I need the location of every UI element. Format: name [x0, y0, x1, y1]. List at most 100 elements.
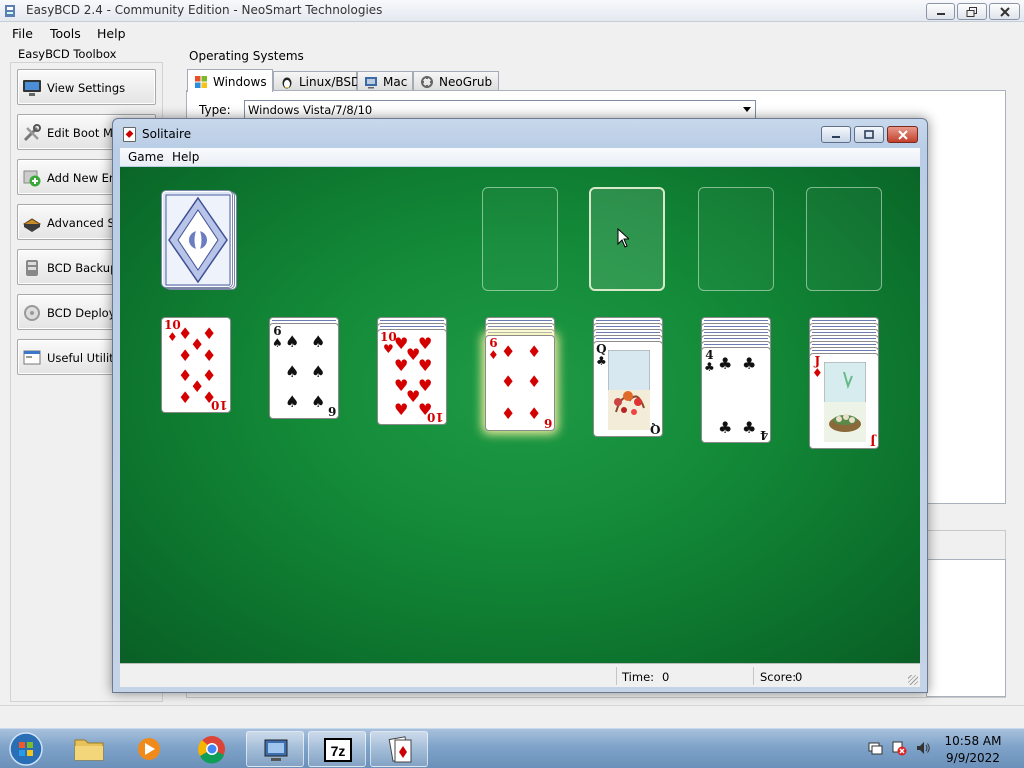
clock-time[interactable]: 10:58 AM — [943, 734, 1003, 748]
close-button[interactable] — [989, 3, 1020, 20]
pip: ♠ — [311, 362, 326, 381]
mouse-cursor-icon — [617, 228, 629, 248]
taskbar-solitaire[interactable] — [370, 731, 428, 767]
windows-flag-icon — [195, 76, 207, 88]
score-label: Score: — [760, 670, 797, 684]
tableau-column-7[interactable]: J ♦ J — [809, 317, 881, 455]
pip: ♥ — [394, 400, 409, 419]
status-separator — [753, 667, 754, 685]
clock-date[interactable]: 9/9/2022 — [943, 751, 1003, 765]
minimize-button[interactable] — [926, 3, 955, 20]
menu-help[interactable]: Help — [97, 26, 126, 41]
monitor-icon — [23, 80, 41, 96]
neogrub-icon — [421, 76, 433, 88]
tableau-column-2[interactable]: 6 ♠ ♠ ♠ ♠ ♠ ♠ ♠ 6 — [269, 317, 341, 421]
easybcd-titlebar[interactable]: EasyBCD 2.4 - Community Edition - NeoSma… — [0, 0, 1024, 22]
taskbar-easybcd[interactable] — [246, 731, 304, 767]
tableau-column-4[interactable]: 6 ♦ ♦ ♦ ♦ ♦ ♦ ♦ 6 — [485, 317, 557, 433]
solitaire-app-icon — [123, 127, 136, 142]
card-suit: ♠ — [272, 336, 283, 350]
restore-button[interactable] — [957, 3, 987, 20]
pip: ♠ — [285, 332, 300, 351]
card-suit: ♦ — [812, 366, 823, 380]
card-10-diamonds[interactable]: 10 ♦ ♦ ♦ ♦ ♦ ♦ ♦ ♦ ♦ ♦ ♦ 10 — [161, 317, 231, 413]
card-jack-diamonds[interactable]: J ♦ J — [809, 353, 879, 449]
deploy-icon — [24, 305, 40, 321]
type-label: Type: — [199, 103, 231, 117]
solitaire-window: Solitaire Game Help 10 ♦ ♦ ♦ ♦ ♦ ♦ ♦ ♦ ♦… — [112, 118, 928, 693]
close-icon — [897, 129, 908, 140]
network-warning-icon[interactable] — [891, 740, 907, 756]
svg-text:7z: 7z — [331, 743, 346, 759]
pip: ♦ — [527, 372, 542, 391]
windows-orb-icon — [9, 732, 43, 766]
tab-linux-bsd[interactable]: Linux/BSD — [273, 71, 360, 91]
solitaire-maximize-button[interactable] — [854, 126, 884, 143]
tux-icon — [282, 77, 292, 89]
pip: ♦ — [501, 372, 516, 391]
pip: ♦ — [501, 342, 516, 361]
type-dropdown[interactable]: Windows Vista/7/8/10 — [244, 100, 756, 119]
card-rank: 4 — [759, 428, 768, 442]
volume-icon[interactable] — [915, 740, 931, 756]
easybcd-menubar: File Tools Help — [0, 23, 1024, 45]
solitaire-close-button[interactable] — [887, 126, 918, 143]
easybcd-taskbar-icon — [264, 739, 288, 761]
foundation-slot-3[interactable] — [698, 187, 774, 291]
tab-neogrub[interactable]: NeoGrub — [413, 71, 499, 91]
tableau-column-5[interactable]: Q ♣ Q — [593, 317, 665, 441]
card-queen-clubs[interactable]: Q ♣ Q — [593, 341, 663, 437]
pip: ♦ — [178, 388, 193, 407]
pip: ♣ — [742, 354, 757, 373]
pip: ♠ — [311, 392, 326, 411]
folder-icon — [74, 739, 104, 761]
taskbar-file-explorer[interactable] — [60, 731, 118, 767]
foundation-slot-1[interactable] — [482, 187, 558, 291]
menu-help[interactable]: Help — [172, 150, 199, 164]
tableau-column-3[interactable]: 10 ♥ ♥ ♥ ♥ ♥ ♥ ♥ ♥ ♥ ♥ ♥ 10 — [377, 317, 449, 427]
pip: ♦ — [202, 346, 217, 365]
tableau-column-1[interactable]: 10 ♦ ♦ ♦ ♦ ♦ ♦ ♦ ♦ ♦ ♦ ♦ 10 — [161, 317, 233, 417]
menu-tools[interactable]: Tools — [50, 26, 81, 41]
solitaire-minimize-button[interactable] — [821, 126, 851, 143]
menu-game[interactable]: Game — [128, 150, 164, 164]
7zip-icon: 7z — [324, 738, 352, 762]
taskbar-chrome[interactable] — [183, 731, 241, 767]
taskbar-7zip[interactable]: 7z — [308, 731, 366, 767]
toolbox-label: EasyBCD Toolbox — [18, 47, 117, 61]
status-separator — [616, 667, 617, 685]
card-4-clubs[interactable]: 4 ♣ ♣ ♣ ♣ ♣ 4 — [701, 347, 771, 443]
lower-panel — [926, 559, 1006, 697]
card-6-diamonds-selected[interactable]: 6 ♦ ♦ ♦ ♦ ♦ ♦ ♦ 6 — [485, 335, 555, 431]
stock-pile[interactable] — [162, 191, 238, 291]
start-button[interactable] — [5, 730, 47, 768]
pip: ♥ — [394, 356, 409, 375]
view-settings-button[interactable]: View Settings — [17, 69, 156, 105]
game-board[interactable]: 10 ♦ ♦ ♦ ♦ ♦ ♦ ♦ ♦ ♦ ♦ ♦ 10 6 ♠ ♠ ♠ ♠ ♠ ♠ ♠ 6 — [120, 167, 920, 663]
advanced-icon — [23, 218, 41, 232]
action-center-icon[interactable] — [867, 740, 883, 756]
tab-windows[interactable]: Windows — [187, 69, 273, 92]
score-value: 0 — [795, 670, 803, 684]
foundation-slot-4[interactable] — [806, 187, 882, 291]
card-back-pattern — [165, 194, 231, 286]
pip: ♣ — [718, 418, 733, 437]
utilities-icon — [23, 350, 41, 365]
maximize-icon — [864, 129, 874, 139]
pip: ♦ — [527, 342, 542, 361]
minimize-icon — [832, 135, 840, 138]
taskbar-media-player[interactable] — [120, 731, 178, 767]
easybcd-statusbar — [0, 705, 1024, 727]
mac-icon — [365, 77, 377, 89]
tableau-column-6[interactable]: 4 ♣ ♣ ♣ ♣ ♣ 4 — [701, 317, 773, 447]
menu-file[interactable]: File — [12, 26, 33, 41]
tab-mac[interactable]: Mac — [357, 71, 413, 91]
operating-systems-label: Operating Systems — [189, 49, 304, 63]
media-player-icon — [138, 738, 160, 760]
card-6-spades[interactable]: 6 ♠ ♠ ♠ ♠ ♠ ♠ ♠ 6 — [269, 323, 339, 419]
jack-illustration — [824, 362, 866, 442]
card-10-hearts[interactable]: 10 ♥ ♥ ♥ ♥ ♥ ♥ ♥ ♥ ♥ ♥ ♥ 10 — [377, 329, 447, 425]
card-suit: ♦ — [488, 348, 499, 362]
resize-grip[interactable] — [908, 675, 918, 685]
stock-card-back[interactable] — [162, 191, 232, 287]
